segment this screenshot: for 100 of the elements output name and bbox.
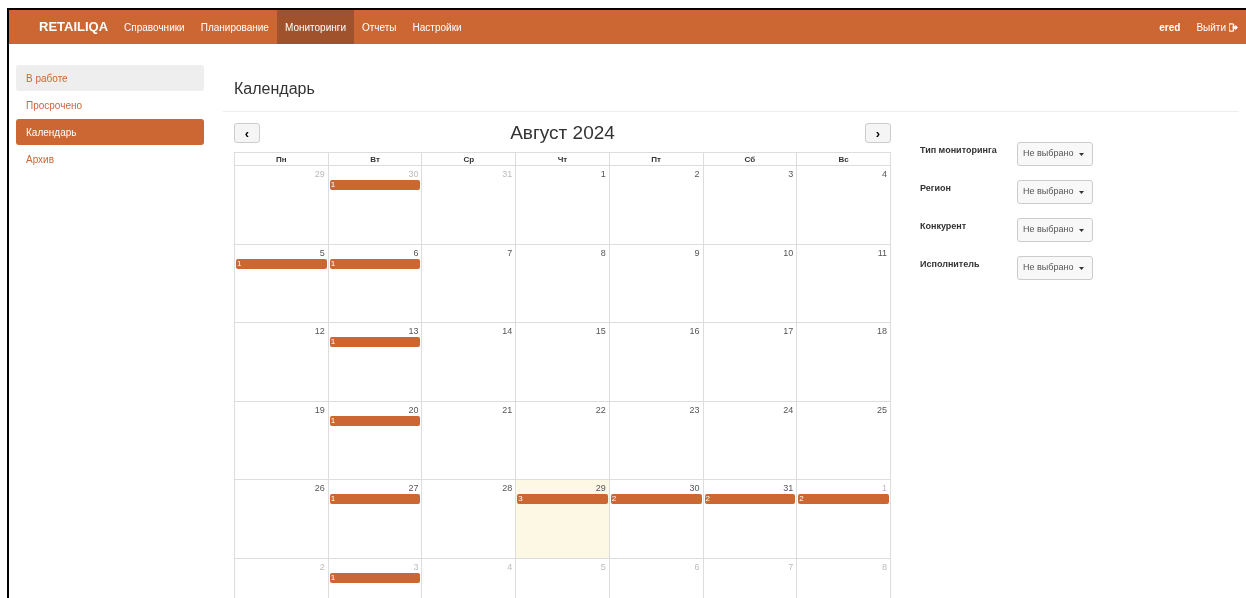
day-number: 1 <box>881 482 888 494</box>
event-bar[interactable]: 2 <box>704 494 796 504</box>
day-number: 11 <box>876 246 888 259</box>
calendar-day[interactable]: 18 <box>797 323 891 402</box>
calendar-day[interactable]: 3 1 <box>328 558 423 598</box>
sidebar-item[interactable]: Архив <box>16 146 204 172</box>
day-number: 29 <box>594 482 607 494</box>
caret-icon <box>1079 228 1085 232</box>
weekday-header: Пн <box>235 152 329 166</box>
calendar-day[interactable]: 1 2 <box>797 480 891 559</box>
calendar-day[interactable]: 3 <box>703 166 798 245</box>
calendar-day[interactable]: 8 <box>516 244 610 323</box>
calendar-day[interactable]: 2 <box>609 166 704 245</box>
calendar-day[interactable]: 28 <box>422 480 517 559</box>
calendar-day[interactable]: 7 <box>422 244 517 323</box>
calendar-day[interactable]: 23 <box>609 401 704 480</box>
day-number: 26 <box>313 482 326 494</box>
day-number: 9 <box>693 246 701 259</box>
nav-link[interactable]: Планирование <box>192 10 277 44</box>
filter-label: Исполнитель <box>920 258 981 271</box>
day-number: 21 <box>501 403 514 416</box>
calendar-day[interactable]: 19 <box>235 401 329 480</box>
event-bar[interactable]: 1 <box>329 180 421 190</box>
next-month-button[interactable]: › <box>865 123 891 143</box>
calendar-day[interactable]: 22 <box>516 401 610 480</box>
day-number: 10 <box>782 246 795 259</box>
caret-icon <box>1079 190 1085 194</box>
calendar-day[interactable]: 30 2 <box>609 480 704 559</box>
weekday-header: Ср <box>422 152 517 166</box>
calendar-day[interactable]: 21 <box>422 401 517 480</box>
nav-link[interactable]: Настройки <box>404 10 470 44</box>
caret-icon <box>1079 152 1085 156</box>
day-number: 24 <box>782 403 795 416</box>
calendar-day[interactable]: 5 1 <box>235 244 329 323</box>
calendar-day[interactable]: 30 1 <box>328 166 423 245</box>
calendar-day[interactable]: 29 3 <box>516 480 610 559</box>
event-bar[interactable]: 1 <box>329 337 421 347</box>
logout-link[interactable]: Выйти <box>1196 10 1238 44</box>
day-number: 22 <box>594 403 607 416</box>
calendar-day[interactable]: 31 2 <box>703 480 798 559</box>
day-number: 12 <box>313 325 326 337</box>
day-number: 20 <box>407 403 420 416</box>
weekday-header: Вт <box>328 152 423 166</box>
day-number: 1 <box>599 168 607 180</box>
calendar-day[interactable]: 27 1 <box>328 480 423 559</box>
calendar-day[interactable]: 16 <box>609 323 704 402</box>
day-number: 2 <box>318 560 326 573</box>
event-bar[interactable]: 2 <box>798 494 889 504</box>
username: ered <box>1159 20 1181 35</box>
sidebar-item[interactable]: Просрочено <box>16 92 204 118</box>
calendar-day[interactable]: 11 <box>797 244 891 323</box>
calendar-day[interactable]: 14 <box>422 323 517 402</box>
event-bar[interactable]: 1 <box>329 494 421 504</box>
calendar-day[interactable]: 25 <box>797 401 891 480</box>
day-number: 5 <box>318 246 326 259</box>
event-bar[interactable]: 1 <box>329 258 421 269</box>
event-bar[interactable]: 1 <box>329 572 421 583</box>
event-bar[interactable]: 2 <box>610 494 702 504</box>
brand-logo[interactable]: RETAILIQA <box>39 10 109 44</box>
event-bar[interactable]: 1 <box>329 415 421 426</box>
calendar-day[interactable]: 9 <box>609 244 704 323</box>
calendar-day[interactable]: 24 <box>703 401 798 480</box>
month-title: Август 2024 <box>510 120 615 145</box>
filter-label: Тип мониторинга <box>920 144 998 157</box>
day-number: 16 <box>688 325 701 337</box>
day-number: 3 <box>412 560 420 573</box>
nav-link[interactable]: Справочники <box>116 10 193 44</box>
event-bar[interactable]: 3 <box>517 494 608 504</box>
filter-label: Регион <box>920 182 952 195</box>
filter-dropdown[interactable]: Не выбрано <box>1017 256 1093 280</box>
filter-dropdown[interactable]: Не выбрано <box>1017 142 1093 166</box>
event-bar[interactable]: 1 <box>236 258 327 269</box>
calendar-day[interactable]: 12 <box>235 323 329 402</box>
calendar-day[interactable]: 6 1 <box>328 244 423 323</box>
day-number: 19 <box>313 403 326 416</box>
calendar-day[interactable]: 4 <box>797 166 891 245</box>
day-number: 30 <box>688 482 701 494</box>
filter-dropdown[interactable]: Не выбрано <box>1017 218 1093 242</box>
calendar-day[interactable]: 26 <box>235 480 329 559</box>
sidebar-item[interactable]: Календарь <box>16 119 204 145</box>
day-number: 27 <box>407 482 420 494</box>
day-number: 8 <box>599 246 607 259</box>
day-number: 31 <box>782 482 795 494</box>
day-number: 30 <box>407 168 420 180</box>
calendar-day[interactable]: 15 <box>516 323 610 402</box>
day-number: 17 <box>782 325 795 337</box>
day-number: 2 <box>693 168 701 180</box>
calendar-day[interactable]: 20 1 <box>328 401 423 480</box>
weekday-header: Пт <box>609 152 704 166</box>
filter-dropdown[interactable]: Не выбрано <box>1017 180 1093 204</box>
calendar-day[interactable]: 17 <box>703 323 798 402</box>
day-number: 8 <box>881 560 888 573</box>
nav-link[interactable]: Отчеты <box>354 10 405 44</box>
previous-month-button[interactable]: ‹ <box>234 123 260 143</box>
nav-link[interactable]: Мониторинги <box>276 10 354 44</box>
calendar-day[interactable]: 1 <box>516 166 610 245</box>
calendar-day[interactable]: 13 1 <box>328 323 423 402</box>
day-number: 18 <box>876 325 888 337</box>
weekday-header: Чт <box>516 152 610 166</box>
calendar-day[interactable]: 10 <box>703 244 798 323</box>
